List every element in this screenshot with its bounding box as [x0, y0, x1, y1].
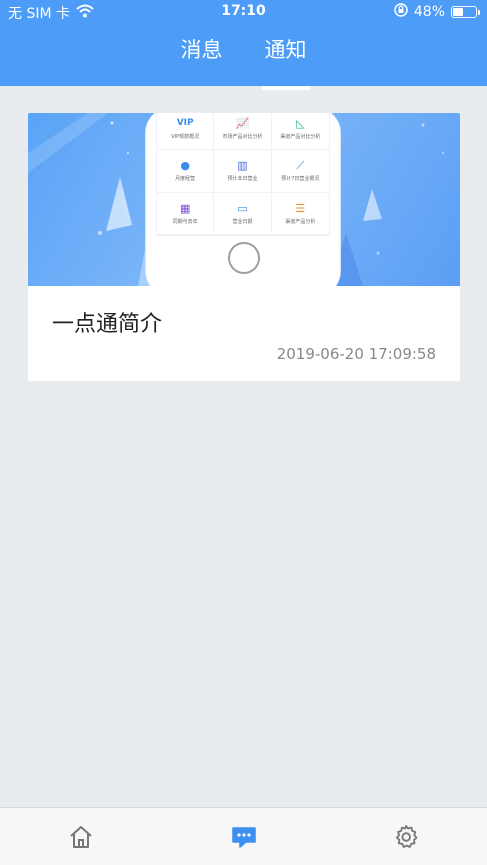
grid-item-label: 渠道产品分析	[285, 218, 316, 225]
status-bar: 无 SIM 卡 17:10 48%	[0, 0, 487, 24]
tab-notices[interactable]: 通知	[261, 30, 310, 90]
box-icon: ▭	[237, 201, 248, 215]
grid-item: ⟋ 预计7日营业概况	[271, 150, 329, 193]
grid-item-label: 营业日报	[232, 218, 253, 225]
nav-settings-button[interactable]	[391, 822, 421, 852]
grid-item: ▭ 营业日报	[214, 192, 272, 235]
vip-icon: VIP	[176, 118, 194, 129]
grid-item-label: 预计7日营业概况	[281, 176, 320, 183]
grid-item: VIP VIP现款概况	[157, 113, 215, 151]
header-tabs: 消息 通知	[0, 30, 487, 90]
grid-item-label: 月度经营	[175, 176, 196, 183]
line-chart-icon: ⟋	[296, 159, 305, 173]
notice-timestamp: 2019-06-20 17:09:58	[276, 345, 436, 363]
grid-item: ● 月度经营	[157, 150, 215, 193]
table-icon: ▦	[179, 201, 191, 215]
grid-item: ☰ 渠道产品分析	[271, 193, 329, 235]
grid-item-label: 预计本日营业	[227, 176, 258, 183]
message-icon	[232, 827, 256, 848]
trend-chart-icon: 📈	[235, 117, 250, 131]
grid-item: 📈 市场产品对比分析	[214, 113, 272, 151]
active-tab-indicator	[261, 86, 310, 90]
grid-item-label: 渠道产品对比分析	[280, 134, 321, 141]
grid-item-label: 市场产品对比分析	[222, 134, 263, 141]
notice-card[interactable]: VIP VIP现款概况 📈 市场产品对比分析 ◺ 渠道产品对比分析 ● 月度经营	[28, 113, 460, 381]
status-right: 48%	[394, 3, 480, 21]
header: 无 SIM 卡 17:10 48% 消息 通知	[0, 0, 487, 90]
tab-notices-label: 通知	[264, 38, 307, 62]
bottom-nav	[0, 807, 487, 865]
orientation-lock-icon	[394, 3, 408, 21]
battery-percent: 48%	[413, 4, 445, 20]
phone-mockup: VIP VIP现款概况 📈 市场产品对比分析 ◺ 渠道产品对比分析 ● 月度经营	[145, 113, 341, 286]
phone-home-button	[228, 242, 260, 274]
grid-item-label: VIP现款概况	[171, 134, 200, 141]
grid-item: ▦ 同期与去年	[157, 192, 215, 235]
settings-icon	[396, 825, 418, 848]
tab-messages-label: 消息	[180, 38, 223, 62]
home-icon	[70, 826, 92, 848]
grid-item-label: 同期与去年	[172, 218, 198, 225]
app-root: 无 SIM 卡 17:10 48% 消息 通知 VIP VIP现款概况 📈 市场…	[0, 0, 487, 865]
notice-banner-image: VIP VIP现款概况 📈 市场产品对比分析 ◺ 渠道产品对比分析 ● 月度经营	[28, 113, 460, 286]
nav-messages-button[interactable]	[229, 822, 259, 852]
grid-item: ▥ 预计本日营业	[214, 150, 272, 193]
grid-item: ◺ 渠道产品对比分析	[271, 113, 329, 151]
battery-icon	[451, 6, 480, 18]
tab-messages[interactable]: 消息	[181, 30, 223, 80]
nav-home-button[interactable]	[66, 822, 96, 852]
notice-title: 一点通简介	[52, 312, 163, 337]
dot-icon: ●	[180, 159, 190, 173]
phone-screen-grid: VIP VIP现款概况 📈 市场产品对比分析 ◺ 渠道产品对比分析 ● 月度经营	[156, 113, 330, 236]
list-chart-icon: ☰	[295, 201, 306, 215]
area-chart-icon: ◺	[296, 117, 305, 131]
battery-fill	[453, 8, 463, 16]
bar-chart-icon: ▥	[237, 159, 248, 173]
